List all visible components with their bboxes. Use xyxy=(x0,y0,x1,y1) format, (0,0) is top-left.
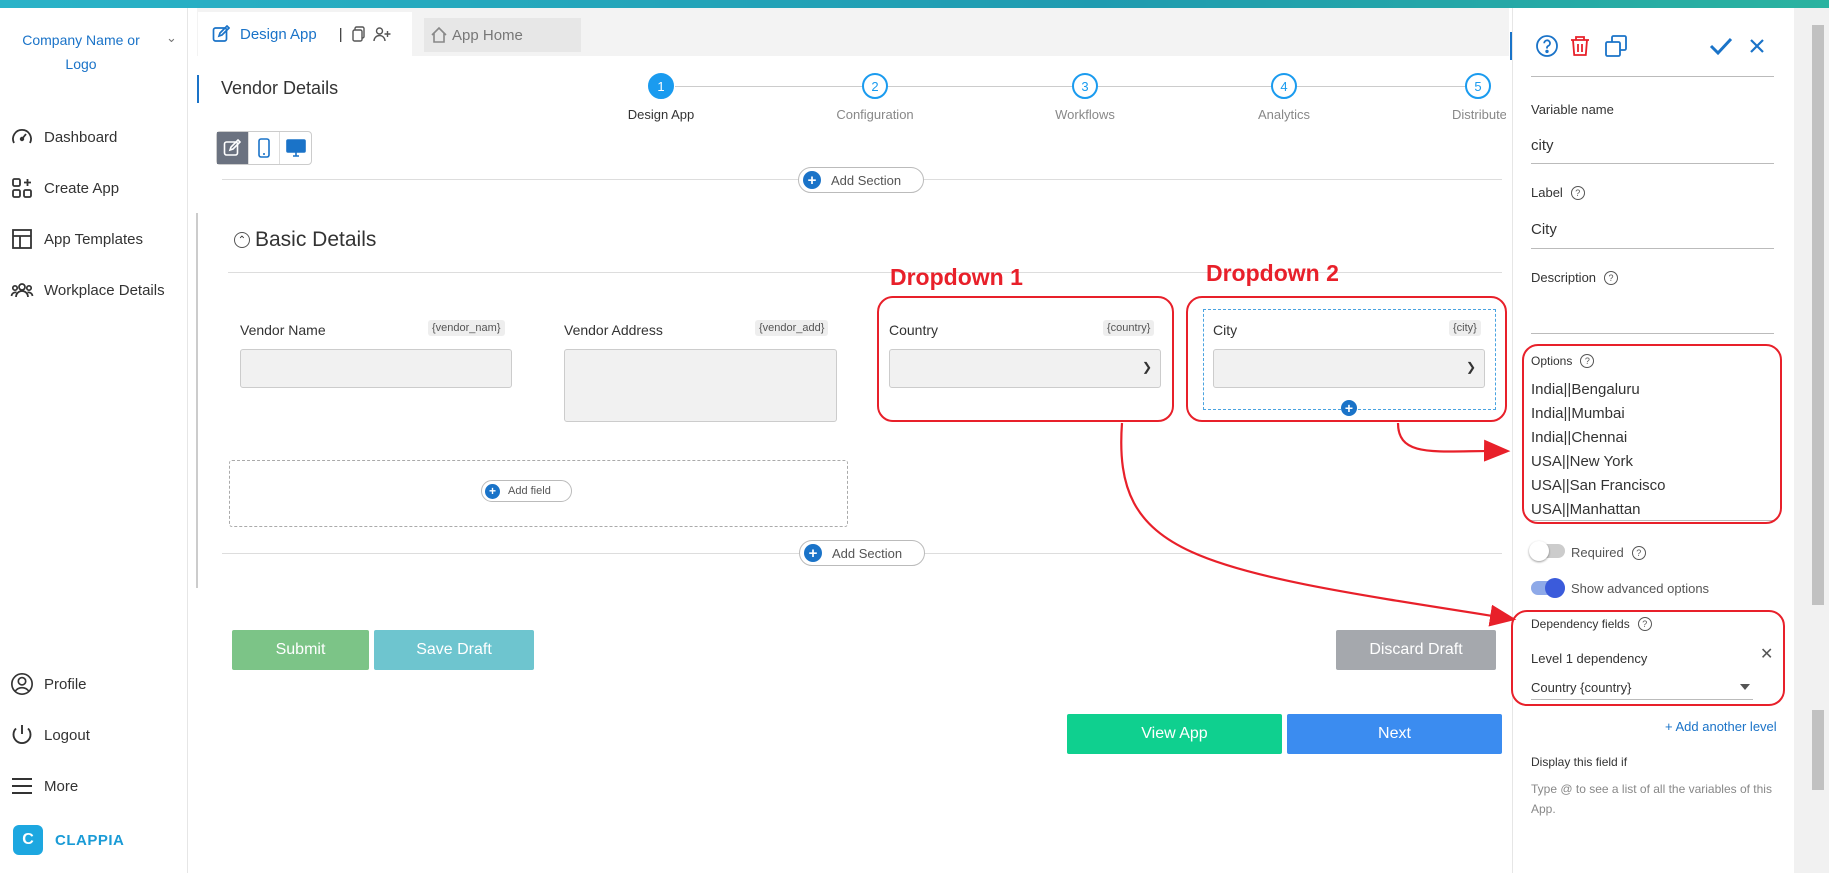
annotation-arrows xyxy=(1120,422,1517,627)
